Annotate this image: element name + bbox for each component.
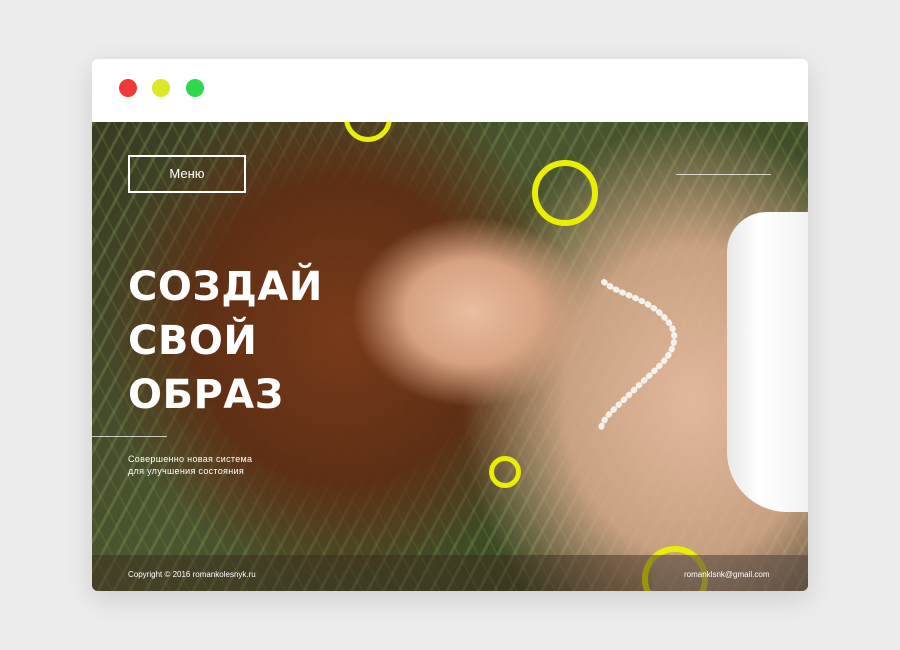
left-divider <box>92 436 167 437</box>
close-window-button[interactable] <box>119 79 137 97</box>
subtitle-line: Совершенно новая система <box>128 454 253 464</box>
site-link-vertical[interactable]: romankolesnyk.ru <box>750 272 760 349</box>
contact-email-link[interactable]: romanklsnk@gmail.com <box>684 570 769 579</box>
headline-line: ОБРАЗ <box>128 372 284 418</box>
subtitle-line: для улучшения состояния <box>128 466 244 476</box>
headline-line: СОЗДАЙ <box>128 264 323 310</box>
hero-subtitle: Совершенно новая система для улучшения с… <box>128 453 252 477</box>
decor-ring <box>532 160 598 226</box>
minimize-window-button[interactable] <box>152 79 170 97</box>
decor-ring <box>489 456 521 488</box>
headline-line: СВОЙ <box>128 318 258 364</box>
browser-window: Меню СОЗДАЙ СВОЙ ОБРАЗ Совершенно новая … <box>92 59 808 591</box>
hero-section: Меню СОЗДАЙ СВОЙ ОБРАЗ Совершенно новая … <box>92 122 808 591</box>
hero-headline: СОЗДАЙ СВОЙ ОБРАЗ <box>128 260 323 422</box>
top-right-divider <box>676 174 771 175</box>
maximize-window-button[interactable] <box>186 79 204 97</box>
copyright-text: Copyright © 2016 romankolesnyk.ru <box>128 570 256 579</box>
right-vertical-divider <box>769 404 770 474</box>
title-bar <box>92 59 808 122</box>
menu-button[interactable]: Меню <box>128 155 246 193</box>
